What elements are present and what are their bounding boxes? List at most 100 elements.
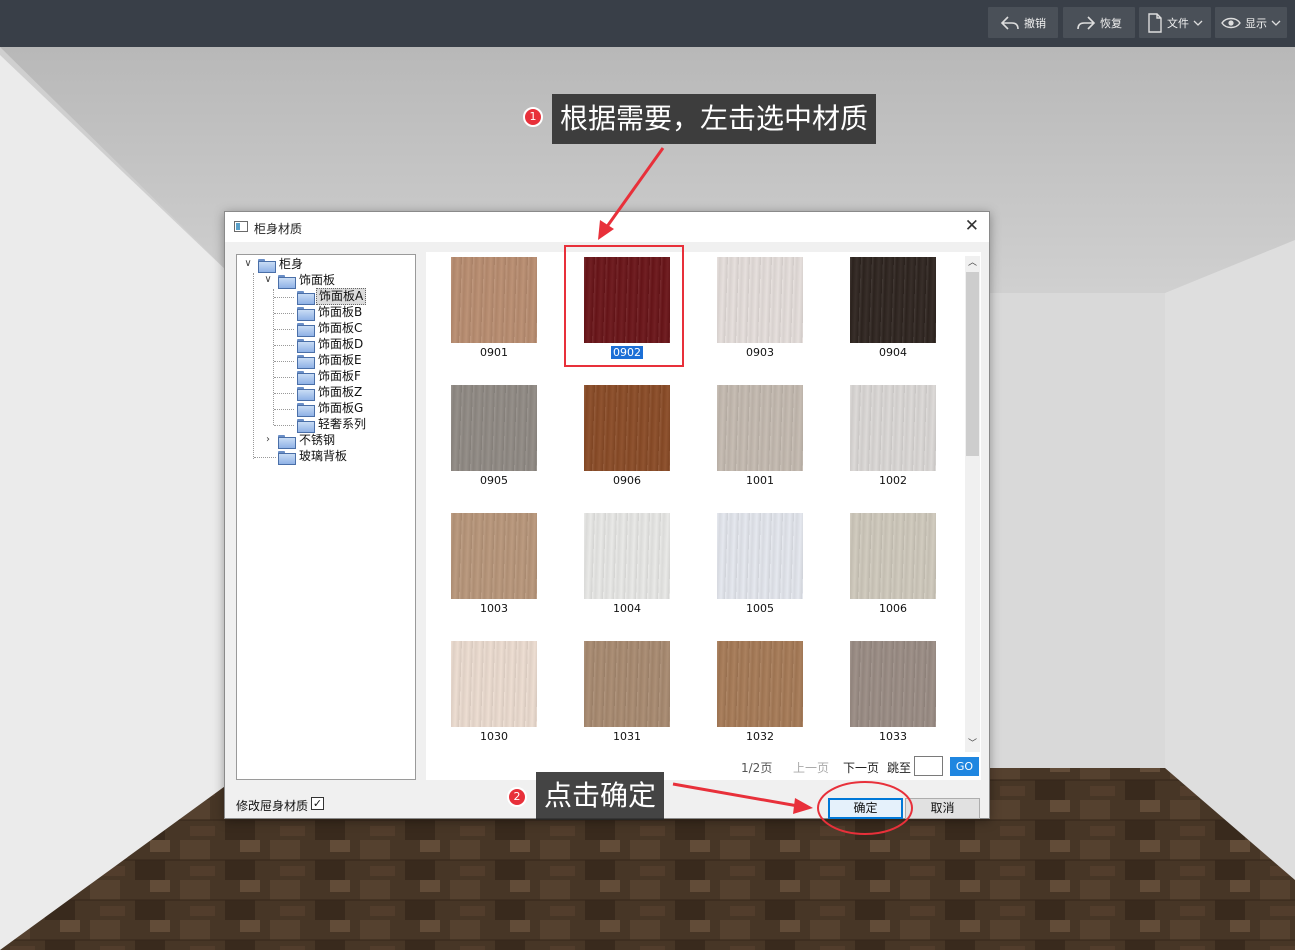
- tree-branch-line: [274, 297, 294, 298]
- material-swatch-1030[interactable]: [451, 641, 537, 727]
- material-grid-scrollbar[interactable]: ︿ ﹀: [965, 256, 980, 752]
- folder-icon: [258, 258, 276, 273]
- material-code-text: 1004: [613, 602, 641, 615]
- undo-label: 撤销: [1024, 16, 1046, 30]
- material-swatch-1002[interactable]: [850, 385, 936, 471]
- display-menu-button[interactable]: 显示: [1215, 7, 1287, 38]
- page-jump-input[interactable]: [914, 756, 943, 776]
- tree-collapse-toggle[interactable]: ∨: [242, 258, 254, 270]
- tree-node-veneer-a[interactable]: 饰面板A: [297, 288, 367, 305]
- tree-node-glass-back-panel[interactable]: 玻璃背板: [278, 449, 349, 465]
- material-swatch-1003[interactable]: [451, 513, 537, 599]
- folder-icon: [297, 306, 315, 321]
- material-swatch-0903[interactable]: [717, 257, 803, 343]
- file-icon: [1148, 12, 1162, 33]
- close-button[interactable]: ✕: [965, 218, 979, 235]
- tree-node-label: 饰面板F: [318, 369, 361, 383]
- material-category-tree[interactable]: ∨ 柜身 ∨ 饰面板 饰面板A 饰面板B 饰面板C 饰面板D 饰面板E 饰面板F…: [236, 254, 416, 780]
- tree-expand-toggle[interactable]: ›: [262, 434, 274, 446]
- scroll-up-arrow-icon[interactable]: ︿: [965, 256, 980, 271]
- modify-drawer-material-checkbox[interactable]: ✓: [311, 797, 324, 810]
- tree-node-root[interactable]: 柜身: [258, 257, 305, 273]
- folder-icon: [297, 370, 315, 385]
- material-code-label: 1031: [567, 730, 687, 743]
- material-code-text: 1002: [879, 474, 907, 487]
- scroll-down-arrow-icon[interactable]: ﹀: [965, 737, 980, 752]
- material-swatch-0906[interactable]: [584, 385, 670, 471]
- tree-node-label: 饰面板B: [318, 305, 363, 319]
- cabinet-material-dialog: 柜身材质 ✕ ∨ 柜身 ∨ 饰面板 饰面板A 饰面板B 饰面板C 饰面板D 饰面…: [224, 211, 990, 819]
- material-code-text: 1001: [746, 474, 774, 487]
- step1-callout: 根据需要，左击选中材质: [552, 94, 877, 144]
- material-swatch-0902[interactable]: [584, 257, 670, 343]
- dialog-titlebar[interactable]: 柜身材质 ✕: [225, 212, 989, 242]
- folder-icon: [278, 434, 296, 449]
- material-swatch-1031[interactable]: [584, 641, 670, 727]
- window-icon: [234, 221, 248, 232]
- tree-node-label: 不锈钢: [299, 433, 336, 447]
- material-swatch-0905[interactable]: [451, 385, 537, 471]
- tree-branch-line: [274, 345, 294, 346]
- folder-icon: [297, 354, 315, 369]
- tree-node-veneer-b[interactable]: 饰面板B: [297, 305, 364, 321]
- material-code-label: 0905: [434, 474, 554, 487]
- folder-icon: [297, 386, 315, 401]
- material-code-label: 1002: [833, 474, 953, 487]
- material-code-text: 1006: [879, 602, 907, 615]
- material-swatch-1001[interactable]: [717, 385, 803, 471]
- modify-drawer-material-label: 修改屉身材质: [236, 799, 309, 813]
- ok-button[interactable]: 确定: [828, 798, 903, 819]
- tree-node-veneer-f[interactable]: 饰面板F: [297, 369, 363, 385]
- tree-node-label: 玻璃背板: [299, 449, 348, 463]
- material-swatch-1004[interactable]: [584, 513, 670, 599]
- material-code-label: 0906: [567, 474, 687, 487]
- material-code-text: 0905: [480, 474, 508, 487]
- material-code-text: 0906: [613, 474, 641, 487]
- material-swatch-1005[interactable]: [717, 513, 803, 599]
- material-code-label: 0902: [567, 345, 687, 360]
- tree-node-label: 轻奢系列: [318, 417, 367, 431]
- undo-button[interactable]: 撤销: [988, 7, 1058, 38]
- material-code-label: 1032: [700, 730, 820, 743]
- cancel-button[interactable]: 取消: [905, 798, 980, 819]
- display-label: 显示: [1245, 16, 1267, 30]
- tree-branch-line: [274, 329, 294, 330]
- tree-branch-line: [274, 377, 294, 378]
- redo-button[interactable]: 恢复: [1063, 7, 1135, 38]
- material-swatch-0904[interactable]: [850, 257, 936, 343]
- material-code-text: 0903: [746, 346, 774, 359]
- tree-node-label: 饰面板Z: [318, 385, 363, 399]
- tree-node-label: 饰面板G: [318, 401, 364, 415]
- tree-branch-line: [274, 313, 294, 314]
- tree-node-label: 饰面板C: [318, 321, 363, 335]
- dialog-title: 柜身材质: [254, 222, 303, 236]
- material-code-label: 0903: [700, 346, 820, 359]
- file-label: 文件: [1167, 16, 1189, 30]
- material-grid[interactable]: 0901 0902 0903 0904 0905 0906 1001 1002 1003 1004…: [426, 252, 981, 780]
- next-page-link[interactable]: 下一页: [843, 759, 879, 776]
- tree-collapse-toggle[interactable]: ∨: [262, 274, 274, 286]
- material-swatch-1033[interactable]: [850, 641, 936, 727]
- eye-icon: [1221, 17, 1241, 28]
- prev-page-link[interactable]: 上一页: [793, 759, 829, 776]
- tree-node-veneer-d[interactable]: 饰面板D: [297, 337, 365, 353]
- material-code-label: 1004: [567, 602, 687, 615]
- tree-node-veneer-e[interactable]: 饰面板E: [297, 353, 364, 369]
- tree-node-veneer[interactable]: 饰面板: [278, 273, 337, 289]
- material-swatch-1032[interactable]: [717, 641, 803, 727]
- tree-node-light-luxury[interactable]: 轻奢系列: [297, 417, 368, 433]
- go-button[interactable]: GO: [950, 757, 979, 776]
- chevron-down-icon: [1271, 20, 1281, 26]
- material-code-label: 0901: [434, 346, 554, 359]
- material-swatch-1006[interactable]: [850, 513, 936, 599]
- tree-node-label: 柜身: [279, 257, 304, 271]
- tree-node-stainless-steel[interactable]: 不锈钢: [278, 433, 337, 449]
- scrollbar-thumb[interactable]: [966, 272, 979, 456]
- material-swatch-0901[interactable]: [451, 257, 537, 343]
- file-menu-button[interactable]: 文件: [1139, 7, 1211, 38]
- tree-node-veneer-z[interactable]: 饰面板Z: [297, 385, 364, 401]
- tree-guide-line: [273, 289, 274, 425]
- tree-node-veneer-g[interactable]: 饰面板G: [297, 401, 365, 417]
- material-code-text: 0902: [610, 345, 644, 360]
- tree-node-veneer-c[interactable]: 饰面板C: [297, 321, 364, 337]
